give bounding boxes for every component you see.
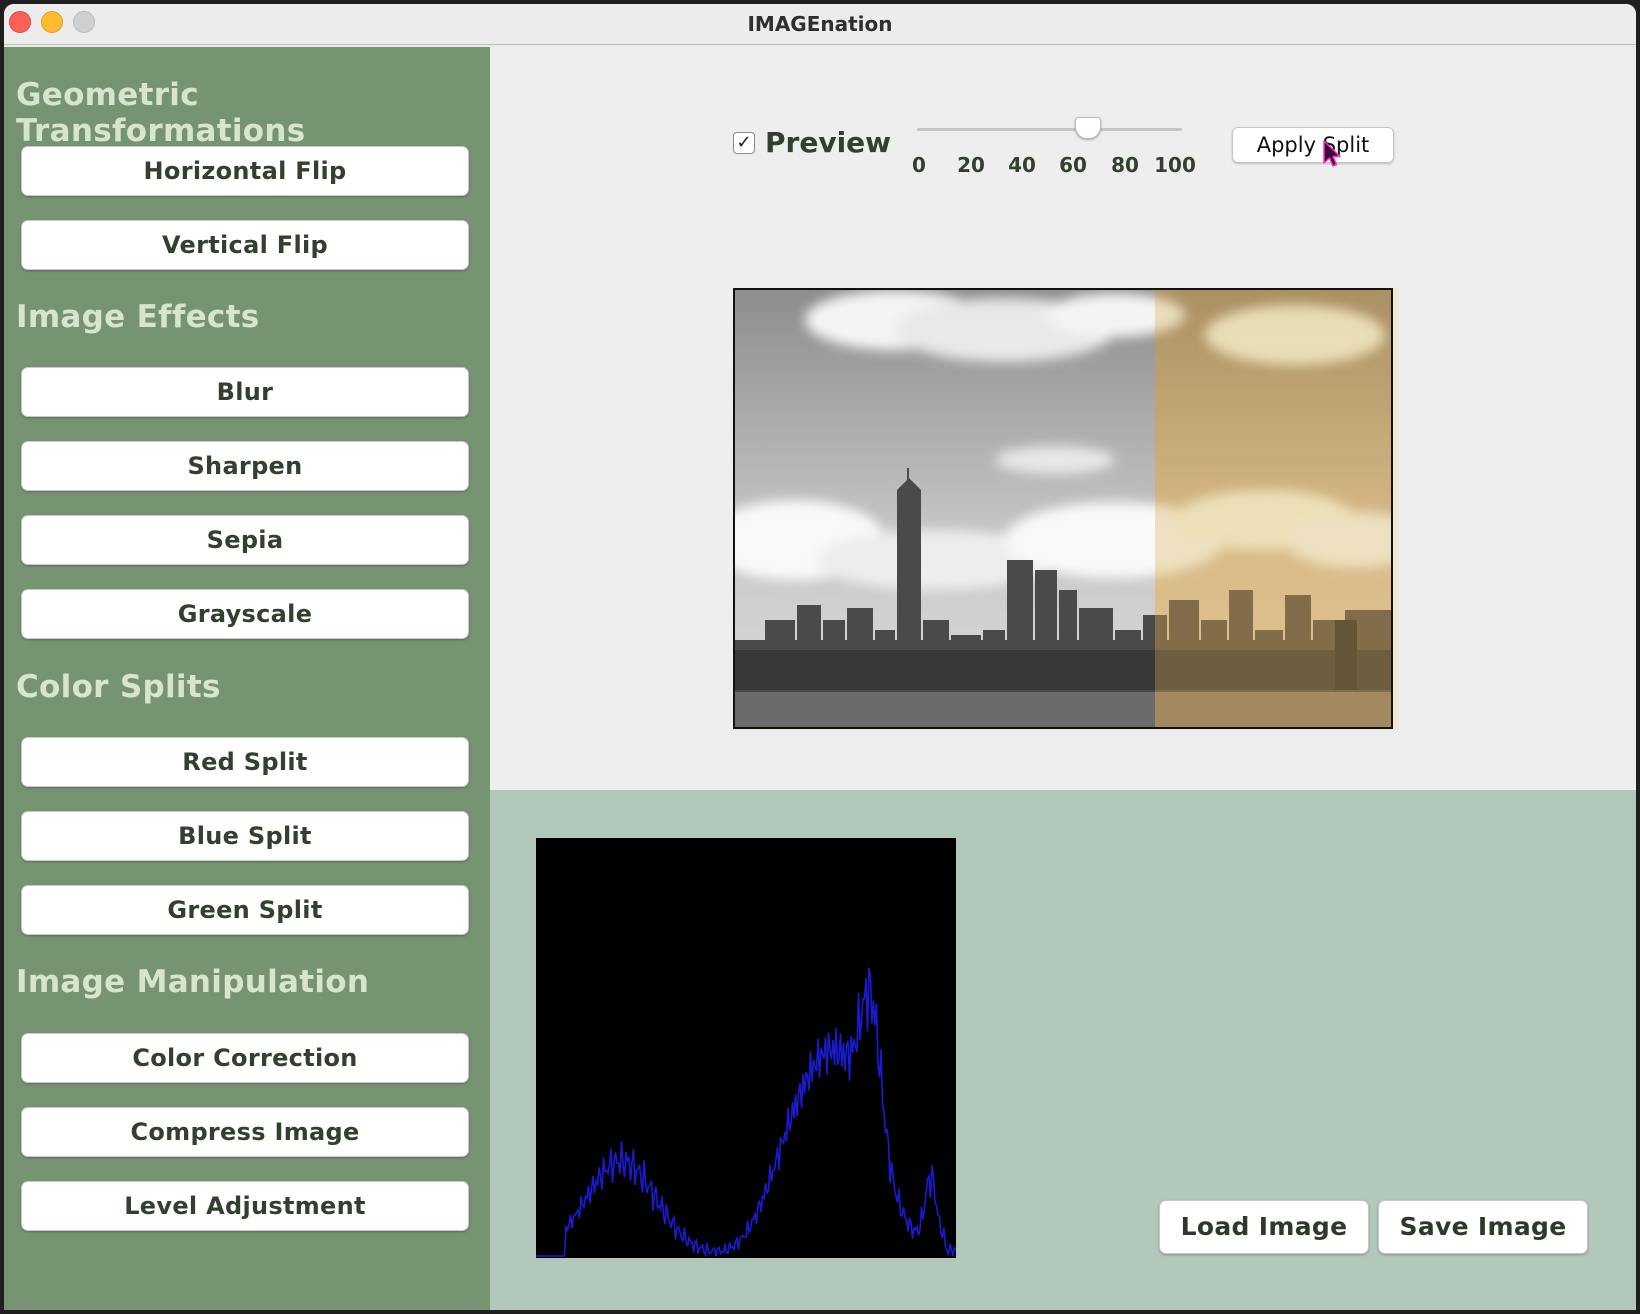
blue-split-button[interactable]: Blue Split xyxy=(21,811,469,861)
section-title-color-splits: Color Splits xyxy=(16,669,221,705)
image-frame xyxy=(733,288,1399,730)
level-adjustment-button[interactable]: Level Adjustment xyxy=(21,1181,469,1231)
vertical-flip-button[interactable]: Vertical Flip xyxy=(21,220,469,270)
preview-label: Preview xyxy=(765,126,892,159)
slider-tick-label: 80 xyxy=(1111,153,1139,177)
slider-tick-label: 20 xyxy=(957,153,985,177)
red-split-button[interactable]: Red Split xyxy=(21,737,469,787)
split-slider-thumb[interactable] xyxy=(1075,117,1101,139)
save-image-button[interactable]: Save Image xyxy=(1378,1200,1588,1254)
grayscale-button[interactable]: Grayscale xyxy=(21,589,469,639)
mouse-cursor-icon xyxy=(1323,140,1341,167)
slider-tick-label: 0 xyxy=(912,153,926,177)
slider-tick-label: 60 xyxy=(1059,153,1087,177)
green-split-button[interactable]: Green Split xyxy=(21,885,469,935)
window-title: IMAGEnation xyxy=(747,12,893,36)
histogram-chart xyxy=(536,838,956,1258)
section-title-effects: Image Effects xyxy=(16,299,260,335)
sidebar: Geometric Transformations Horizontal Fli… xyxy=(4,47,490,1310)
section-title-geometric: Geometric Transformations xyxy=(16,77,306,149)
horizontal-flip-button[interactable]: Horizontal Flip xyxy=(21,146,469,196)
preview-checkbox[interactable]: ✓ xyxy=(733,132,755,154)
slider-tick-label: 100 xyxy=(1154,153,1196,177)
blur-button[interactable]: Blur xyxy=(21,367,469,417)
color-correction-button[interactable]: Color Correction xyxy=(21,1033,469,1083)
apply-split-button[interactable]: Apply Split xyxy=(1232,127,1394,163)
slider-tick-label: 40 xyxy=(1008,153,1036,177)
sharpen-button[interactable]: Sharpen xyxy=(21,441,469,491)
app-window: IMAGEnation Geometric Transformations Ho… xyxy=(4,4,1636,1310)
preview-image xyxy=(733,288,1393,729)
section-title-manipulation: Image Manipulation xyxy=(16,964,370,1000)
bottom-panel: Load Image Save Image xyxy=(490,790,1636,1310)
split-slider[interactable] xyxy=(917,128,1182,131)
preview-panel: ✓ Preview 0 20 40 60 80 100 Apply Split xyxy=(490,47,1636,790)
load-image-button[interactable]: Load Image xyxy=(1159,1200,1369,1254)
sepia-button[interactable]: Sepia xyxy=(21,515,469,565)
title-bar: IMAGEnation xyxy=(4,4,1636,45)
compress-image-button[interactable]: Compress Image xyxy=(21,1107,469,1157)
